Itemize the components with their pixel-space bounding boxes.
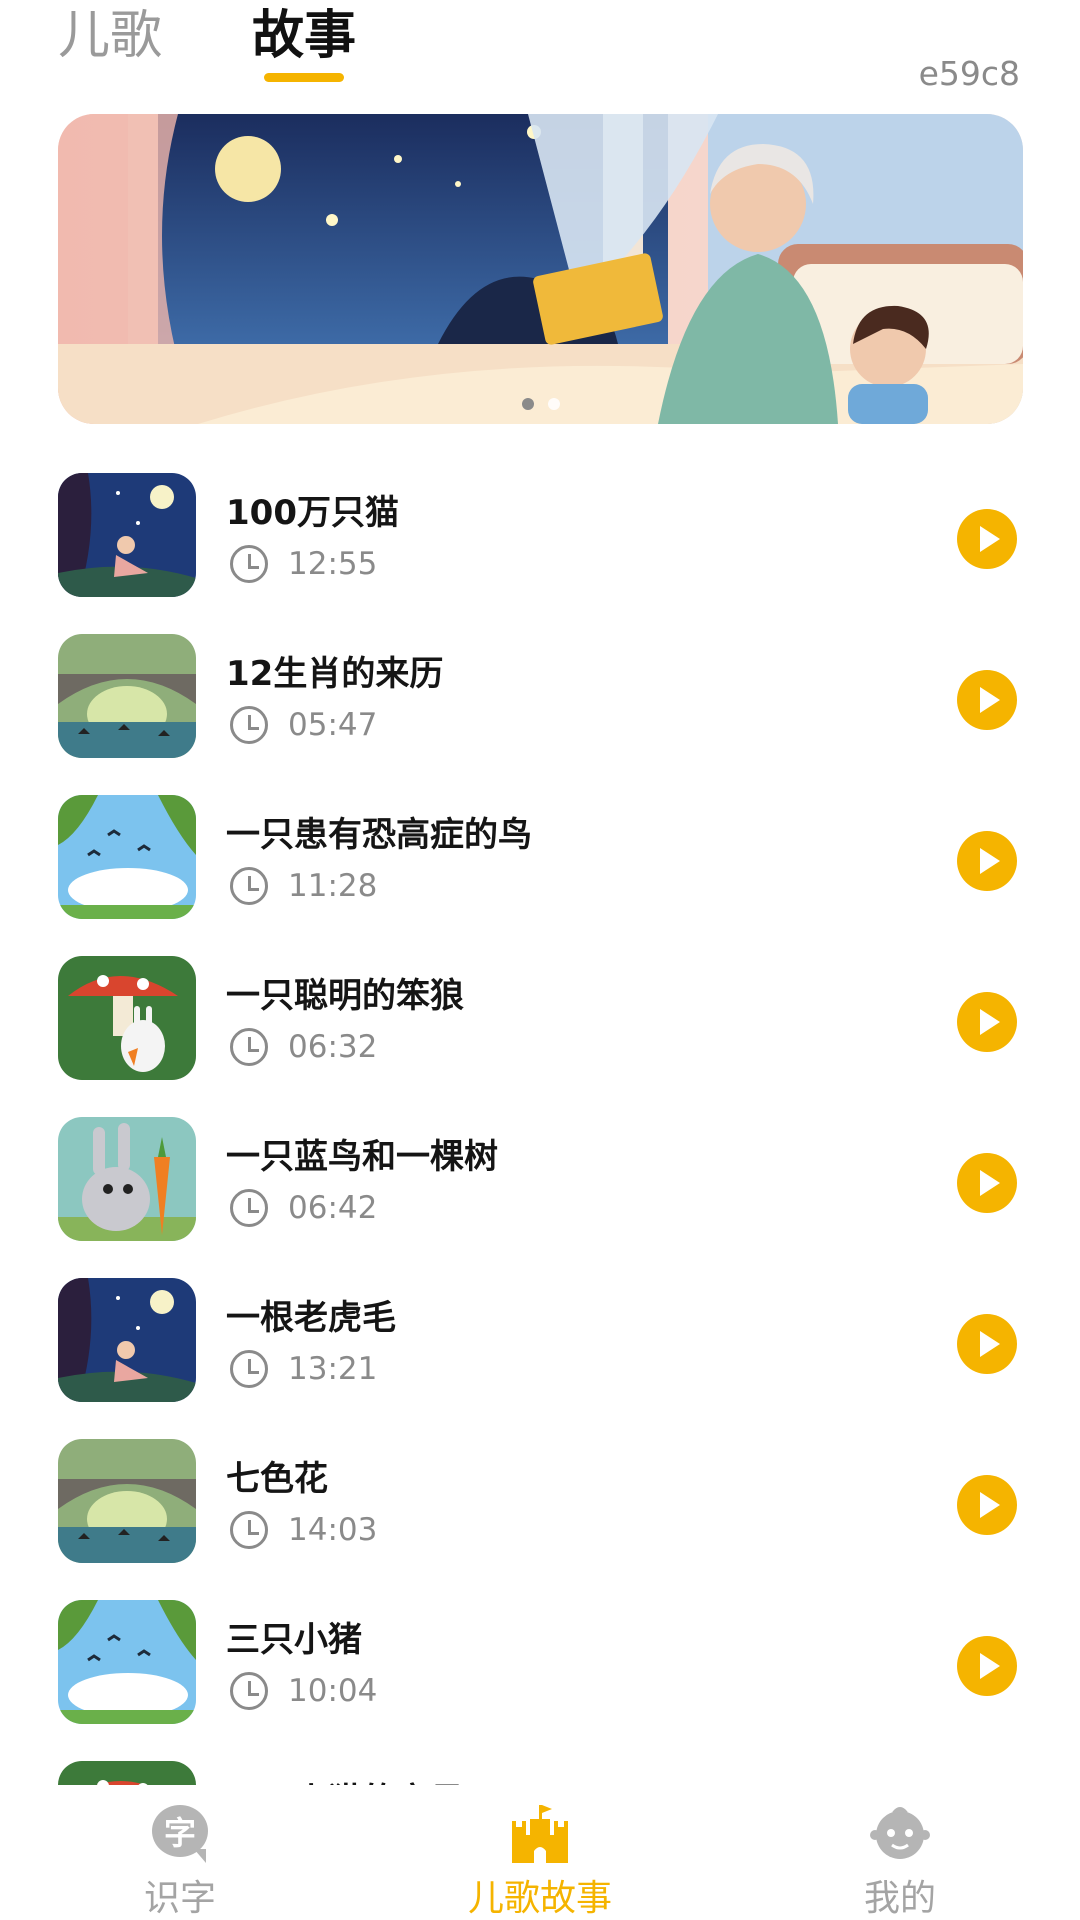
play-button[interactable] <box>957 509 1017 569</box>
story-duration: 13:21 <box>288 1351 378 1387</box>
tab-label: 故事 <box>252 6 357 66</box>
story-duration: 06:32 <box>288 1029 378 1065</box>
story-list[interactable]: 100万只猫 12:55 12生肖的来历 05:47 一只患有恐高症的鸟 11:28 一只聪… <box>0 445 1080 1785</box>
story-duration: 10:04 <box>288 1673 378 1709</box>
story-title: 一只聪明的笨狼 <box>226 976 464 1016</box>
banner-dot-2[interactable] <box>547 398 560 410</box>
story-thumbnail[interactable] <box>58 795 196 919</box>
story-list-item[interactable]: 100万只猫 12:55 <box>0 445 1080 606</box>
play-button[interactable] <box>957 1475 1017 1535</box>
nav-label: 儿歌故事 <box>467 1878 612 1919</box>
story-thumbnail[interactable] <box>58 1439 196 1563</box>
play-button[interactable] <box>957 670 1017 730</box>
clock-icon <box>230 1028 268 1066</box>
story-thumbnail[interactable] <box>58 1600 196 1724</box>
top-tab-bar: 儿歌 故事 <box>58 0 446 82</box>
story-meta: 06:42 <box>230 1189 377 1227</box>
story-meta: 14:03 <box>230 1511 377 1549</box>
play-button[interactable] <box>957 1153 1017 1213</box>
castle-icon <box>512 1805 568 1863</box>
clock-icon <box>230 706 268 744</box>
story-duration: 06:42 <box>288 1190 378 1226</box>
story-title: 七色花 <box>226 1459 328 1499</box>
banner-dot-1[interactable] <box>521 398 534 410</box>
story-list-item[interactable]: 一只患有恐高症的鸟 11:28 <box>0 767 1080 928</box>
story-meta: 10:04 <box>230 1672 377 1710</box>
story-title: 一根老虎毛 <box>226 1298 396 1338</box>
code-label: e59c8 <box>918 54 1020 93</box>
tab-nursery-rhymes[interactable]: 儿歌 <box>58 0 162 72</box>
story-meta: 11:28 <box>230 867 377 905</box>
story-list-item[interactable]: 一只蓝鸟和一棵树 06:42 <box>0 1089 1080 1250</box>
story-thumbnail[interactable] <box>58 1278 196 1402</box>
banner-illustration <box>58 114 1023 424</box>
clock-icon <box>230 867 268 905</box>
bottom-nav: 字 识字 儿歌故事 我的 <box>0 1785 1080 1920</box>
story-list-item[interactable]: 一只聪明的笨狼 06:32 <box>0 928 1080 1089</box>
story-meta: 13:21 <box>230 1350 377 1388</box>
clock-icon <box>230 1189 268 1227</box>
story-meta: 05:47 <box>230 706 377 744</box>
baby-face-icon <box>870 1807 930 1859</box>
story-duration: 05:47 <box>288 707 378 743</box>
nav-label: 我的 <box>863 1878 936 1919</box>
story-title: 三只小猪 <box>226 1620 362 1660</box>
story-title: 一只患有恐高症的鸟 <box>226 815 532 855</box>
tab-label: 儿歌 <box>58 6 163 66</box>
zi-bubble-icon: 字 <box>152 1805 208 1863</box>
clock-icon <box>230 545 268 583</box>
story-meta: 12:55 <box>230 545 377 583</box>
story-list-item[interactable]: 三只小猪 10:04 <box>0 1572 1080 1733</box>
story-thumbnail[interactable] <box>58 1117 196 1241</box>
banner-pagination <box>58 398 1023 410</box>
story-duration: 11:28 <box>288 868 378 904</box>
story-thumbnail[interactable] <box>58 473 196 597</box>
story-title: 一只蓝鸟和一棵树 <box>226 1137 498 1177</box>
story-duration: 12:55 <box>288 546 378 582</box>
story-duration: 14:03 <box>288 1512 378 1548</box>
story-title: 三只小猫的宝贝 <box>226 1773 464 1785</box>
story-list-item[interactable]: 七色花 14:03 <box>0 1411 1080 1572</box>
clock-icon <box>230 1350 268 1388</box>
story-thumbnail[interactable] <box>58 1761 196 1785</box>
story-list-item[interactable]: 一根老虎毛 13:21 <box>0 1250 1080 1411</box>
clock-icon <box>230 1672 268 1710</box>
play-button[interactable] <box>957 992 1017 1052</box>
story-list-item[interactable]: 三只小猫的宝贝 <box>0 1733 1080 1785</box>
story-meta: 06:32 <box>230 1028 377 1066</box>
tab-stories[interactable]: 故事 <box>252 0 357 82</box>
nav-label: 识字 <box>143 1878 216 1919</box>
story-thumbnail[interactable] <box>58 634 196 758</box>
story-title: 12生肖的来历 <box>226 654 444 694</box>
story-title: 100万只猫 <box>226 493 399 533</box>
nav-songs-stories[interactable]: 儿歌故事 <box>430 1785 650 1920</box>
clock-icon <box>230 1511 268 1549</box>
play-button[interactable] <box>957 1636 1017 1696</box>
story-thumbnail[interactable] <box>58 956 196 1080</box>
nav-literacy[interactable]: 字 识字 <box>70 1785 290 1920</box>
nav-mine[interactable]: 我的 <box>790 1785 1010 1920</box>
active-tab-indicator <box>264 73 345 82</box>
banner-carousel[interactable] <box>58 114 1023 424</box>
play-button[interactable] <box>957 1314 1017 1374</box>
story-list-item[interactable]: 12生肖的来历 05:47 <box>0 606 1080 767</box>
play-button[interactable] <box>957 831 1017 891</box>
